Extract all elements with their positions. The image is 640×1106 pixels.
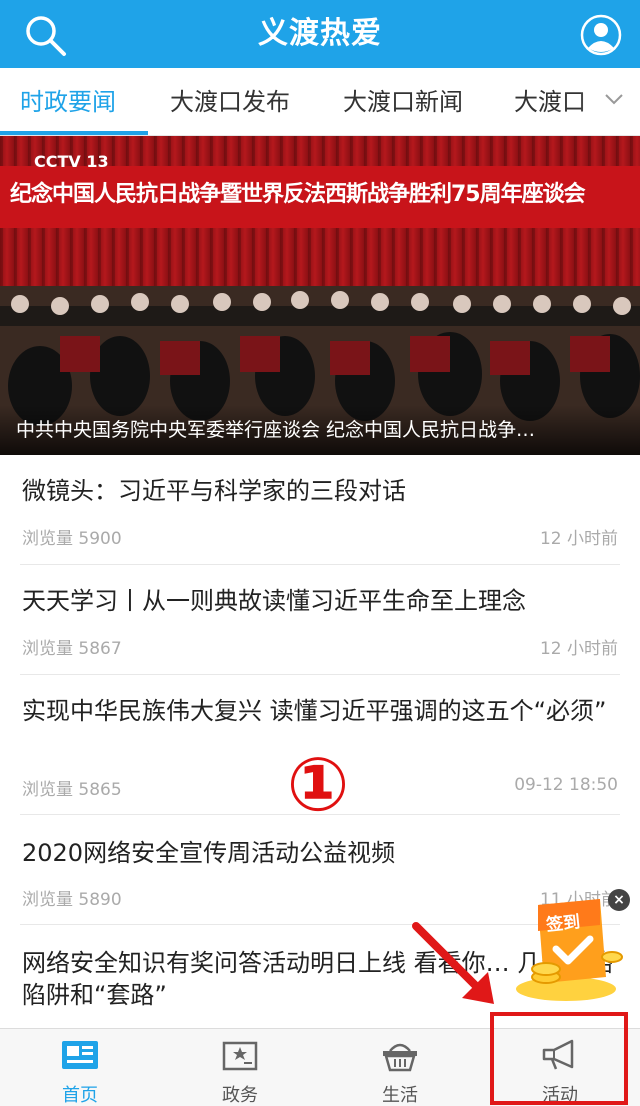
tab-dadukou-release[interactable]: 大渡口发布: [170, 68, 290, 135]
tab-dadukou-news[interactable]: 大渡口新闻: [343, 68, 463, 135]
news-views: 浏览量 5865: [22, 780, 122, 800]
annotation-highlight-box: [490, 1012, 628, 1105]
news-title: 微镜头：习近平与科学家的三段对话: [22, 477, 406, 505]
nav-life[interactable]: 生活: [320, 1029, 480, 1106]
nav-label: 生活: [382, 1085, 418, 1106]
news-item[interactable]: 天天学习丨从一则典故读懂习近平生命至上理念 浏览量 5867 12 小时前: [0, 565, 640, 675]
channel-logo: CCTV 13: [34, 152, 109, 171]
news-time: 12 小时前: [539, 529, 618, 549]
close-icon[interactable]: ×: [608, 889, 630, 911]
news-title: 天天学习丨从一则典故读懂习近平生命至上理念: [22, 587, 526, 615]
top-app-bar: 义渡热爱: [0, 0, 640, 68]
user-profile-icon[interactable]: [580, 14, 622, 56]
sign-in-floating-badge[interactable]: 签到 ×: [508, 885, 632, 1005]
news-views: 浏览量 5900: [22, 529, 122, 549]
news-views: 浏览量 5890: [22, 890, 122, 910]
news-time: 09-12 18:50: [514, 775, 618, 795]
banner-slogan: 纪念中国人民抗日战争暨世界反法西斯战争胜利75周年座谈会: [10, 182, 586, 207]
tab-politics-news[interactable]: 时政要闻: [20, 68, 116, 135]
news-time: 12 小时前: [539, 639, 618, 659]
basket-icon: [383, 1043, 417, 1072]
sign-in-label: 签到: [545, 912, 582, 936]
chevron-down-icon[interactable]: [604, 92, 624, 106]
nav-label: 政务: [222, 1085, 258, 1106]
news-title: 2020网络安全宣传周活动公益视频: [22, 839, 396, 867]
annotation-arrow-icon: [412, 922, 494, 1004]
banner-caption: 中共中央国务院中央军委举行座谈会 纪念中国人民抗日战争…: [0, 405, 640, 455]
news-item[interactable]: 微镜头：习近平与科学家的三段对话 浏览量 5900 12 小时前: [0, 455, 640, 565]
nav-label: 首页: [62, 1085, 98, 1106]
app-title: 义渡热爱: [258, 16, 382, 51]
nav-home[interactable]: 首页: [0, 1029, 160, 1106]
tab-dadukou-more[interactable]: 大渡口: [514, 68, 586, 135]
nav-government[interactable]: 政务: [160, 1029, 320, 1106]
news-title: 实现中华民族伟大复兴 读懂习近平强调的这五个“必须”: [22, 697, 607, 725]
news-views: 浏览量 5867: [22, 639, 122, 659]
annotation-step-marker: ①: [286, 742, 350, 828]
government-book-icon: [222, 1041, 258, 1071]
newspaper-icon: [62, 1041, 98, 1069]
featured-banner[interactable]: CCTV 13 纪念中国人民抗日战争暨世界反法西斯战争胜利75周年座谈会 中共中…: [0, 136, 640, 455]
active-tab-indicator: [0, 131, 148, 135]
category-tabs: 时政要闻 大渡口发布 大渡口新闻 大渡口: [0, 68, 640, 136]
